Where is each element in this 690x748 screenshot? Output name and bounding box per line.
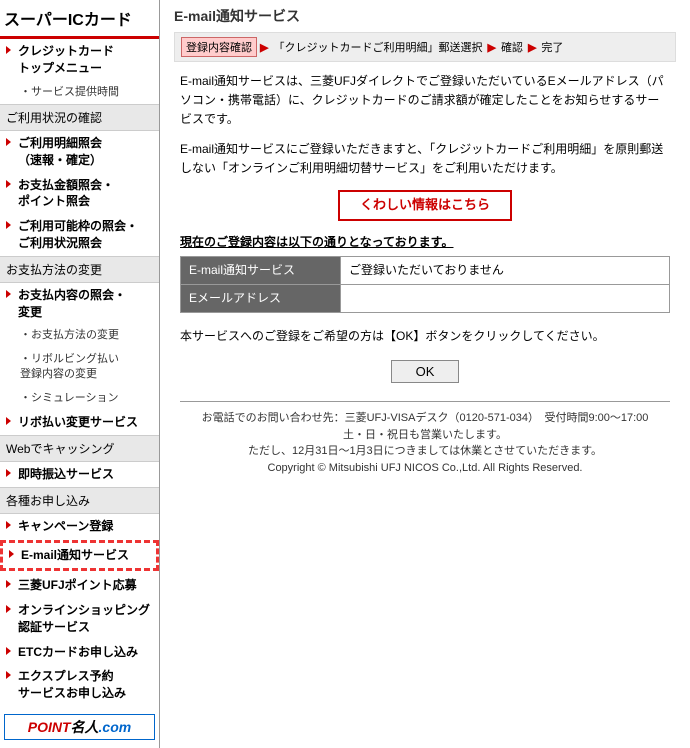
sidebar-item-etc-card[interactable]: ETCカードお申し込み bbox=[0, 640, 159, 665]
footer-hours: 土・日・祝日も営業いたします。 bbox=[180, 427, 670, 444]
sidebar-item-express[interactable]: エクスプレス予約サービスお申し込み bbox=[0, 664, 159, 706]
row-value bbox=[341, 285, 670, 313]
sidebar-item-service-hours[interactable]: ・サービス提供時間 bbox=[0, 81, 159, 104]
sidebar-title: スーパーICカード bbox=[0, 0, 159, 39]
row-value: ご登録いただいておりません bbox=[341, 256, 670, 284]
sidebar-item-online-auth[interactable]: オンラインショッピング認証サービス bbox=[0, 598, 159, 640]
breadcrumb-step-4: 完了 bbox=[539, 38, 565, 56]
breadcrumb-step-2: 「クレジットカードご利用明細」郵送選択 bbox=[271, 38, 484, 56]
description-1: E-mail通知サービスは、三菱UFJダイレクトでご登録いただいているEメールア… bbox=[180, 72, 670, 130]
ok-button[interactable]: OK bbox=[391, 360, 460, 383]
section-cashing-header: Webでキャッシング bbox=[0, 435, 159, 462]
row-header: Eメールアドレス bbox=[181, 285, 341, 313]
registration-table: E-mail通知サービス ご登録いただいておりません Eメールアドレス bbox=[180, 256, 670, 313]
section-payment-header: お支払方法の変更 bbox=[0, 256, 159, 283]
sidebar-item-revo-service[interactable]: リボ払い変更サービス bbox=[0, 410, 159, 435]
arrow-icon: ▶ bbox=[260, 41, 268, 54]
sidebar-item-email-notify[interactable]: E-mail通知サービス bbox=[3, 543, 156, 568]
sidebar-item-mufg-points[interactable]: 三菱UFJポイント応募 bbox=[0, 573, 159, 598]
main-content: E-mail通知サービス 登録内容確認 ▶ 「クレジットカードご利用明細」郵送選… bbox=[160, 0, 690, 748]
detail-info-button[interactable]: くわしい情報はこちら bbox=[338, 190, 512, 221]
footer: お電話でのお問い合わせ先：三菱UFJ-VISAデスク（0120-571-034）… bbox=[180, 401, 670, 476]
sidebar-item-payment-points[interactable]: お支払金額照会・ポイント照会 bbox=[0, 173, 159, 215]
page-title: E-mail通知サービス bbox=[174, 6, 676, 26]
section-usage-header: ご利用状況の確認 bbox=[0, 104, 159, 131]
breadcrumb-step-3: 確認 bbox=[499, 38, 525, 56]
table-row: E-mail通知サービス ご登録いただいておりません bbox=[181, 256, 670, 284]
footer-copyright: Copyright © Mitsubishi UFJ NICOS Co.,Ltd… bbox=[180, 460, 670, 477]
sidebar-item-payment-change[interactable]: お支払内容の照会・変更 bbox=[0, 283, 159, 325]
sidebar-item-instant-transfer[interactable]: 即時振込サービス bbox=[0, 462, 159, 487]
table-caption: 現在のご登録内容は以下の通りとなっております。 bbox=[180, 233, 670, 252]
sidebar-item-statement[interactable]: ご利用明細照会（速報・確定） bbox=[0, 131, 159, 173]
arrow-icon: ▶ bbox=[487, 41, 495, 54]
sidebar-item-revolving[interactable]: ・リボルビング払い登録内容の変更 bbox=[0, 348, 159, 387]
sidebar-item-method-change[interactable]: ・お支払方法の変更 bbox=[0, 324, 159, 347]
section-apply-header: 各種お申し込み bbox=[0, 487, 159, 514]
breadcrumb-step-1: 登録内容確認 bbox=[181, 37, 257, 57]
footer-holiday: ただし、12月31日～1月3日につきましては休業とさせていただきます。 bbox=[180, 443, 670, 460]
instruction: 本サービスへのご登録をご希望の方は【OK】ボタンをクリックしてください。 bbox=[180, 327, 670, 346]
arrow-icon: ▶ bbox=[528, 41, 536, 54]
row-header: E-mail通知サービス bbox=[181, 256, 341, 284]
sidebar-item-top[interactable]: クレジットカードトップメニュー bbox=[0, 39, 159, 81]
description-2: E-mail通知サービスにご登録いただきますと、「クレジットカードご利用明細」を… bbox=[180, 140, 670, 178]
footer-contact: お電話でのお問い合わせ先：三菱UFJ-VISAデスク（0120-571-034）… bbox=[180, 410, 670, 427]
sidebar-highlight: E-mail通知サービス bbox=[0, 540, 159, 571]
breadcrumb: 登録内容確認 ▶ 「クレジットカードご利用明細」郵送選択 ▶ 確認 ▶ 完了 bbox=[174, 32, 676, 62]
sidebar-item-simulation[interactable]: ・シミュレーション bbox=[0, 387, 159, 410]
point-banner[interactable]: POINT名人.com bbox=[4, 714, 155, 740]
sidebar-item-campaign[interactable]: キャンペーン登録 bbox=[0, 514, 159, 539]
table-row: Eメールアドレス bbox=[181, 285, 670, 313]
sidebar-item-credit-limit[interactable]: ご利用可能枠の照会・ご利用状況照会 bbox=[0, 214, 159, 256]
sidebar: スーパーICカード クレジットカードトップメニュー ・サービス提供時間 ご利用状… bbox=[0, 0, 160, 748]
